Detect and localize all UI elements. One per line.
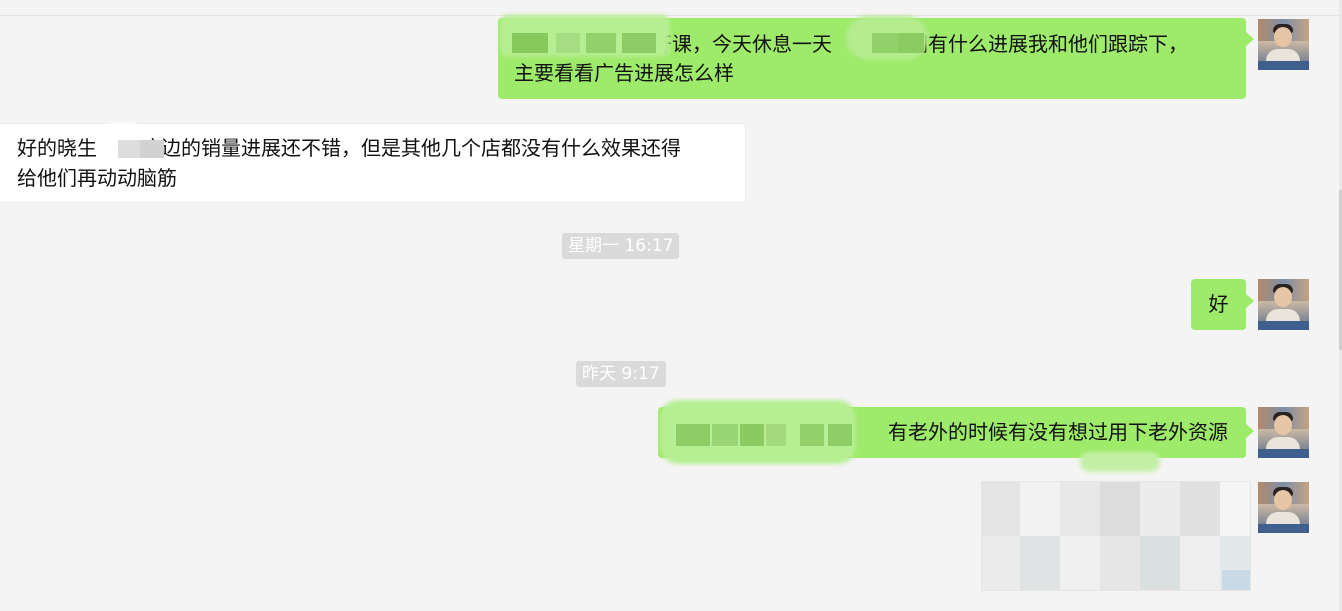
image-pixel: [1220, 482, 1250, 536]
redaction-pixel: [800, 424, 824, 446]
image-message[interactable]: [981, 481, 1251, 591]
image-pixel: [1140, 536, 1180, 590]
image-pixel: [1140, 482, 1180, 536]
image-pixel: [1180, 482, 1220, 536]
redaction-pixel: [140, 140, 164, 158]
image-pixel: [1060, 482, 1100, 536]
header-divider: [0, 15, 1342, 16]
bubble-tail: [1246, 424, 1254, 438]
redaction-pixel: [872, 33, 898, 53]
redaction-pixel: [828, 424, 852, 446]
message-text-part: 开课，今天休息一天: [652, 32, 832, 56]
message-text-part: 好的晓生: [17, 136, 97, 160]
image-pixel: [982, 482, 1020, 536]
redaction-pixel: [556, 33, 580, 53]
avatar[interactable]: [1258, 19, 1309, 70]
message-text: 有老外的时候有没有想过用下老外资源: [888, 420, 1228, 444]
chat-bubble-self[interactable]: 好: [1191, 279, 1246, 330]
timestamp-separator: 星期一 16:17: [562, 233, 680, 259]
avatar[interactable]: [1258, 407, 1309, 458]
bubble-tail: [1246, 32, 1254, 46]
image-pixel: [1180, 536, 1220, 590]
redaction-mask: [1080, 452, 1160, 472]
redaction-pixel: [766, 424, 786, 446]
image-pixel: [1020, 536, 1060, 590]
redaction-pixel: [622, 33, 656, 53]
bubble-tail: [1246, 294, 1254, 308]
redaction-pixel: [586, 33, 616, 53]
avatar[interactable]: [1258, 482, 1309, 533]
message-text: 好: [1208, 292, 1229, 316]
redaction-pixel: [740, 424, 764, 446]
message-text-line: 给他们再动动脑筋: [17, 166, 177, 190]
message-text-part: 这边的销量进展还不错，但是其他几个店都没有什么效果还得: [141, 136, 681, 160]
timestamp-separator: 昨天 9:17: [576, 361, 666, 387]
redaction-pixel: [512, 33, 548, 53]
image-pixel: [1222, 570, 1250, 590]
redaction-pixel: [712, 424, 738, 446]
redaction-pixel: [898, 33, 924, 53]
avatar[interactable]: [1258, 279, 1309, 330]
message-text-line: 主要看看广告进展怎么样: [514, 61, 734, 85]
image-pixel: [1060, 536, 1100, 590]
redaction-pixel: [118, 140, 140, 158]
redaction-pixel: [676, 424, 710, 446]
image-pixel: [1020, 482, 1060, 536]
image-pixel: [1100, 482, 1140, 536]
message-text-part: 们有什么进展我和他们跟踪下，: [908, 32, 1188, 56]
image-pixel: [982, 536, 1020, 590]
image-pixel: [1100, 536, 1140, 590]
